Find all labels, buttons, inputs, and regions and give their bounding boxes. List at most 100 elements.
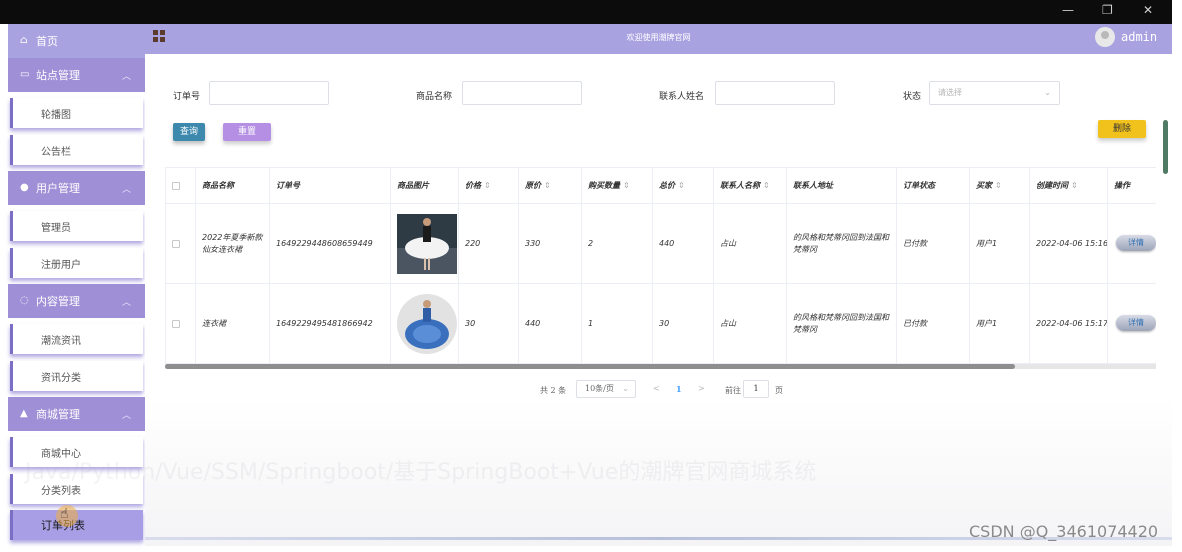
table-cell: 的风格和梵蒂冈回到法国和梵蒂冈: [787, 284, 897, 364]
product-name-label: 商品名称: [416, 92, 453, 102]
next-page-button[interactable]: >: [698, 384, 705, 393]
pagination: 共 2 条 10条/页 ⌄ < 1 > 前往 1 页: [145, 380, 1172, 400]
prev-page-button[interactable]: <: [653, 384, 660, 393]
sort-icon[interactable]: ⇕: [544, 181, 551, 190]
sidebar-item-registered-users[interactable]: 注册用户: [10, 248, 143, 278]
table-cell: [391, 204, 459, 284]
col-header[interactable]: 购买数量 ⇕: [582, 168, 653, 204]
col-header-label: 联系人地址: [793, 181, 833, 190]
buyer: 用户1: [976, 239, 998, 248]
sidebar-item-trend-news[interactable]: 潮流资讯: [10, 324, 143, 354]
status-select[interactable]: 请选择 ⌄: [929, 81, 1060, 105]
sort-icon[interactable]: ⇕: [484, 181, 491, 190]
sort-icon[interactable]: ⇕: [995, 181, 1002, 190]
select-all-checkbox[interactable]: [172, 181, 180, 190]
col-header[interactable]: 订单号: [270, 168, 391, 204]
sidebar-item-news-category[interactable]: 资讯分类: [10, 361, 143, 391]
vertical-scrollbar[interactable]: [1163, 120, 1168, 174]
pointer-cursor-icon: [56, 505, 78, 527]
sidebar-item-label: 潮流资讯: [41, 335, 81, 347]
col-header[interactable]: 价格 ⇕: [459, 168, 519, 204]
top-header: 欢迎使用潮牌官网 admin: [145, 24, 1172, 54]
detail-button[interactable]: 详情: [1116, 235, 1156, 251]
table-cell: 2: [582, 204, 653, 284]
contact-name-input[interactable]: [715, 81, 835, 105]
col-header[interactable]: 联系人名称 ⇕: [714, 168, 787, 204]
table-cell: 1649229448608659449: [270, 204, 391, 284]
sort-icon[interactable]: ⇕: [678, 181, 685, 190]
delete-button[interactable]: 删除: [1098, 120, 1146, 138]
detail-button[interactable]: 详情: [1116, 315, 1156, 331]
sort-icon[interactable]: ⇕: [763, 181, 770, 190]
avatar[interactable]: [1095, 27, 1115, 47]
table-cell: 用户1: [970, 284, 1030, 364]
sidebar-item-label: 公告栏: [41, 146, 71, 158]
row-select-cell: [166, 204, 196, 284]
sidebar-item-carousel[interactable]: 轮播图: [10, 98, 143, 128]
home-icon: ⌂: [20, 35, 28, 46]
table-cell: 用户1: [970, 204, 1030, 284]
table-cell: 详情: [1108, 204, 1156, 284]
price: 30: [465, 319, 476, 328]
col-header[interactable]: 商品图片: [391, 168, 459, 204]
sidebar-group-content[interactable]: ◌ 内容管理 ︿: [8, 284, 145, 318]
restore-icon[interactable]: ❐: [1102, 3, 1113, 17]
original-price: 440: [525, 319, 541, 328]
sidebar-item-admins[interactable]: 管理员: [10, 211, 143, 241]
sidebar-item-home[interactable]: ⌂ 首页: [8, 24, 145, 58]
chevron-up-icon: ︿: [121, 411, 131, 421]
col-header[interactable]: 联系人地址: [787, 168, 897, 204]
order-no: 1649229448608659449: [276, 239, 373, 248]
page-jump-input[interactable]: 1: [743, 380, 769, 398]
page-size-select[interactable]: 10条/页 ⌄: [576, 380, 636, 398]
col-header[interactable]: 订单状态: [897, 168, 970, 204]
status-label: 状态: [903, 92, 922, 102]
col-header[interactable]: 创建时间 ⇕: [1030, 168, 1108, 204]
close-icon[interactable]: ✕: [1143, 3, 1153, 17]
sidebar-group-shop[interactable]: ▲ 商城管理 ︿: [8, 397, 145, 431]
order-no-input[interactable]: [209, 81, 329, 105]
col-header-label: 订单号: [276, 181, 300, 190]
blue-gown-image[interactable]: [397, 293, 457, 354]
total: 30: [659, 319, 670, 328]
reset-button[interactable]: 重置: [223, 123, 271, 141]
sidebar-item-notice[interactable]: 公告栏: [10, 135, 143, 165]
order-status: 已付款: [903, 319, 927, 328]
chevron-down-icon: ⌄: [1044, 88, 1051, 97]
table-cell: 1649229495481866942: [270, 284, 391, 364]
chevron-down-icon: ⌄: [622, 384, 629, 393]
sort-icon[interactable]: ⇕: [1071, 181, 1078, 190]
chevron-up-icon: ︿: [121, 72, 131, 82]
orders-table: 商品名称 订单号 商品图片 价格 ⇕ 原价 ⇕ 购买数量 ⇕ 总价 ⇕ 联系人名称 ⇕ 联…: [165, 167, 1156, 367]
row-checkbox[interactable]: [172, 319, 180, 328]
chevron-up-icon: ︿: [121, 298, 131, 308]
search-button[interactable]: 查询: [173, 123, 205, 141]
col-header-label: 购买数量: [588, 181, 620, 190]
minimize-icon[interactable]: —: [1062, 3, 1074, 17]
total: 440: [659, 239, 675, 248]
quantity: 2: [588, 239, 594, 248]
contact-name: 占山: [720, 319, 736, 328]
chevron-up-icon: ︿: [121, 185, 131, 195]
col-header-label: 订单状态: [903, 181, 935, 190]
white-dress-image[interactable]: [397, 213, 457, 274]
row-checkbox[interactable]: [172, 239, 180, 248]
username[interactable]: admin: [1121, 30, 1157, 44]
col-header[interactable]: 买家 ⇕: [970, 168, 1030, 204]
col-header-label: 总价: [659, 181, 675, 190]
table-cell: 30: [653, 284, 714, 364]
col-header[interactable]: 原价 ⇕: [519, 168, 582, 204]
horizontal-scrollbar[interactable]: [165, 364, 1015, 369]
created-time: 2022-04-06 15:17:: [1036, 319, 1108, 328]
sort-icon[interactable]: ⇕: [623, 181, 630, 190]
contact-address: 的风格和梵蒂冈回到法国和梵蒂冈: [793, 312, 889, 334]
col-header[interactable]: 总价 ⇕: [653, 168, 714, 204]
sidebar-group-site[interactable]: ▭ 站点管理 ︿: [8, 58, 145, 92]
page-number[interactable]: 1: [676, 384, 682, 394]
app-window: — ❐ ✕ ⌂ 首页 ▭ 站点管理 ︿ 轮播图 公告栏 ● 用户管理 ︿ 管理员…: [0, 0, 1182, 552]
table-cell: 连衣裙: [196, 284, 270, 364]
col-header[interactable]: 商品名称: [196, 168, 270, 204]
window-titlebar: — ❐ ✕: [0, 0, 1172, 24]
sidebar-group-users[interactable]: ● 用户管理 ︿: [8, 171, 145, 205]
product-name-input[interactable]: [462, 81, 582, 105]
